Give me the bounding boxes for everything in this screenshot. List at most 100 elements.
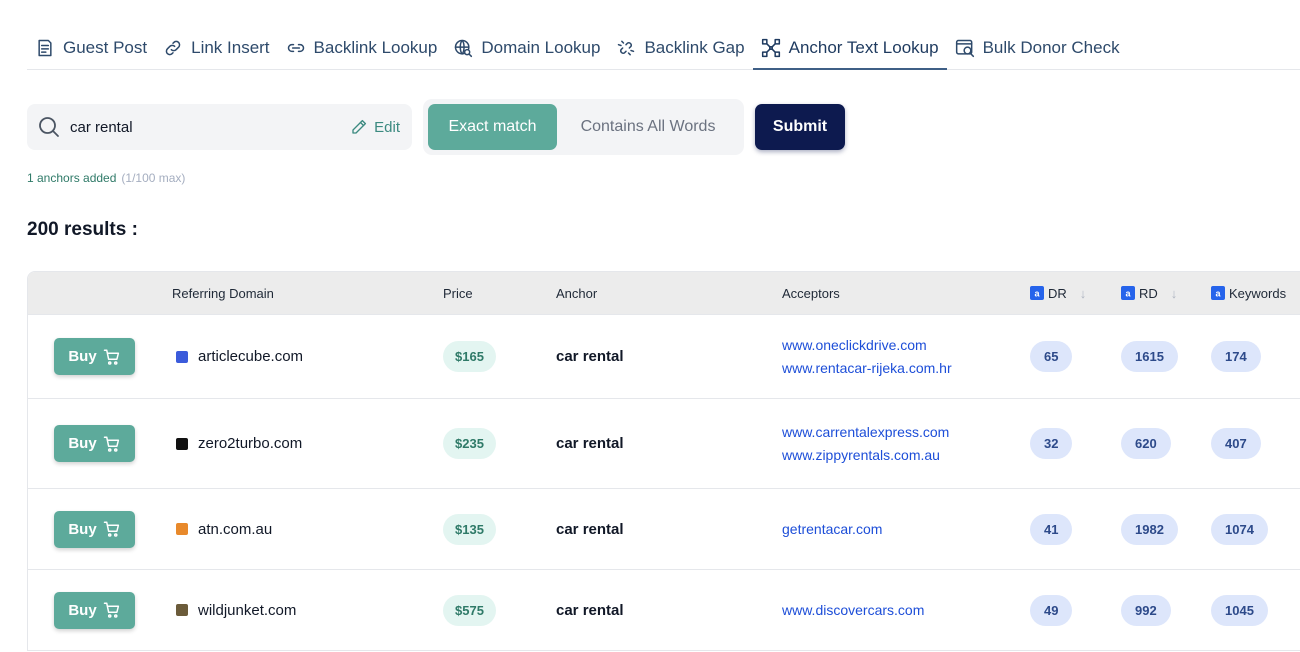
sort-down-icon[interactable]: ↓ [1080, 286, 1087, 301]
acceptor-link[interactable]: www.carrentalexpress.com [782, 421, 949, 444]
broken-link-icon [618, 40, 635, 56]
rd-value: 1615 [1121, 341, 1178, 372]
site-favicon-icon [176, 604, 188, 616]
price-badge: $575 [443, 594, 496, 626]
buy-button[interactable]: Buy [54, 510, 135, 548]
link-icon [165, 40, 181, 56]
exact-match-button[interactable]: Exact match [428, 104, 557, 150]
buy-label: Buy [68, 435, 97, 452]
table-row: Buy wildjunket.com $575 car rental www.disco… [28, 569, 1300, 650]
acceptors-list: www.carrentalexpress.com www.zippyrentals… [782, 399, 949, 488]
chain-link-icon [287, 43, 304, 53]
tool-tabs: Guest Post Link Insert Backlink Lookup D… [27, 28, 1300, 70]
tab-label: Domain Lookup [481, 38, 601, 57]
header-keywords-label: Keywords [1229, 285, 1287, 301]
cart-icon [103, 602, 119, 618]
results-count: 200 results : [27, 219, 138, 240]
acceptor-link[interactable]: www.discovercars.com [782, 599, 924, 622]
tab-label: Backlink Lookup [313, 38, 438, 57]
dr-value: 49 [1030, 594, 1073, 626]
tab-anchor-text-lookup[interactable]: Anchor Text Lookup [752, 28, 947, 70]
submit-button[interactable]: Submit [755, 104, 845, 150]
header-keywords[interactable]: a Keywords [1211, 272, 1286, 314]
header-acceptors[interactable]: Acceptors [782, 272, 840, 314]
acceptors-list: www.discovercars.com [782, 570, 924, 650]
table-body: Buy articlecube.com $165 car rental www.onec… [28, 314, 1300, 650]
search-icon [39, 117, 59, 137]
acceptor-link[interactable]: www.oneclickdrive.com [782, 334, 927, 357]
acceptor-link[interactable]: www.rentacar-rijeka.com.hr [782, 357, 952, 380]
buy-button[interactable]: Buy [54, 425, 135, 462]
rd-value: 1982 [1121, 513, 1178, 545]
header-rd[interactable]: a RD ↓ [1121, 272, 1177, 314]
acceptors-list: getrentacar.com [782, 489, 882, 569]
tab-label: Backlink Gap [644, 38, 745, 57]
search-value: car rental [70, 118, 133, 136]
dr-value: 65 [1030, 341, 1073, 372]
anchor-text: car rental [556, 435, 624, 452]
edit-label: Edit [374, 118, 400, 136]
table-row: Buy zero2turbo.com $235 car rental www.carre… [28, 398, 1300, 488]
ahrefs-icon: a [1030, 286, 1044, 300]
header-rd-label: RD [1139, 285, 1158, 301]
cart-icon [103, 521, 119, 537]
price-badge: $135 [443, 513, 496, 545]
table-header: Referring Domain Price Anchor Acceptors … [28, 272, 1300, 314]
anchors-count: 1 anchors added [27, 171, 117, 185]
pencil-icon [352, 119, 367, 134]
ahrefs-icon: a [1121, 286, 1135, 300]
tab-label: Link Insert [191, 38, 270, 57]
anchors-count-note: 1 anchors added (1/100 max) [27, 171, 185, 185]
anchor-text: car rental [556, 601, 624, 619]
header-anchor[interactable]: Anchor [556, 272, 597, 314]
referring-domain[interactable]: zero2turbo.com [198, 435, 302, 452]
header-dr-label: DR [1048, 285, 1067, 301]
header-price[interactable]: Price [443, 272, 473, 314]
tab-label: Guest Post [63, 38, 148, 57]
buy-label: Buy [68, 601, 97, 619]
rd-value: 620 [1121, 428, 1171, 459]
svg-text:a: a [1125, 288, 1131, 298]
anchor-text: car rental [556, 348, 624, 365]
cart-icon [103, 349, 119, 365]
contains-all-words-button[interactable]: Contains All Words [557, 104, 739, 150]
rd-value: 992 [1121, 594, 1171, 626]
keywords-value: 407 [1211, 428, 1261, 459]
dr-value: 32 [1030, 428, 1073, 459]
referring-domain[interactable]: wildjunket.com [198, 602, 296, 619]
table-row: Buy articlecube.com $165 car rental www.onec… [28, 314, 1300, 398]
buy-button[interactable]: Buy [54, 591, 135, 629]
buy-label: Buy [68, 348, 97, 365]
tab-link-insert[interactable]: Link Insert [155, 28, 277, 68]
svg-text:a: a [1215, 288, 1221, 298]
referring-domain[interactable]: atn.com.au [198, 521, 272, 538]
edit-button[interactable]: Edit [350, 118, 400, 136]
tab-bulk-donor-check[interactable]: Bulk Donor Check [947, 28, 1128, 68]
browser-search-icon [955, 39, 974, 58]
header-dr[interactable]: a DR ↓ [1030, 272, 1086, 314]
results-table: Referring Domain Price Anchor Acceptors … [27, 271, 1300, 651]
header-referring-domain[interactable]: Referring Domain [172, 272, 274, 314]
acceptor-link[interactable]: getrentacar.com [782, 518, 882, 541]
tab-backlink-lookup[interactable]: Backlink Lookup [278, 28, 446, 68]
price-badge: $165 [443, 341, 496, 372]
acceptors-list: www.oneclickdrive.com www.rentacar-rijeka… [782, 315, 952, 398]
cart-icon [103, 436, 119, 452]
buy-label: Buy [68, 520, 97, 538]
anchor-search-input[interactable]: car rental Edit [27, 104, 412, 150]
svg-text:a: a [1034, 288, 1040, 298]
keywords-value: 174 [1211, 341, 1261, 372]
buy-button[interactable]: Buy [54, 338, 135, 375]
site-favicon-icon [176, 437, 188, 450]
table-row: Buy atn.com.au $135 car rental getrentacar.c… [28, 488, 1300, 569]
tab-domain-lookup[interactable]: Domain Lookup [445, 28, 608, 68]
anchor-text: car rental [556, 520, 624, 538]
tab-backlink-gap[interactable]: Backlink Gap [608, 28, 752, 68]
referring-domain[interactable]: articlecube.com [198, 348, 303, 365]
acceptor-link[interactable]: www.zippyrentals.com.au [782, 444, 940, 467]
sort-down-icon[interactable]: ↓ [1171, 286, 1178, 301]
dr-value: 41 [1030, 513, 1073, 545]
globe-search-icon [455, 39, 473, 58]
tab-guest-post[interactable]: Guest Post [27, 28, 155, 68]
site-favicon-icon [176, 350, 188, 363]
